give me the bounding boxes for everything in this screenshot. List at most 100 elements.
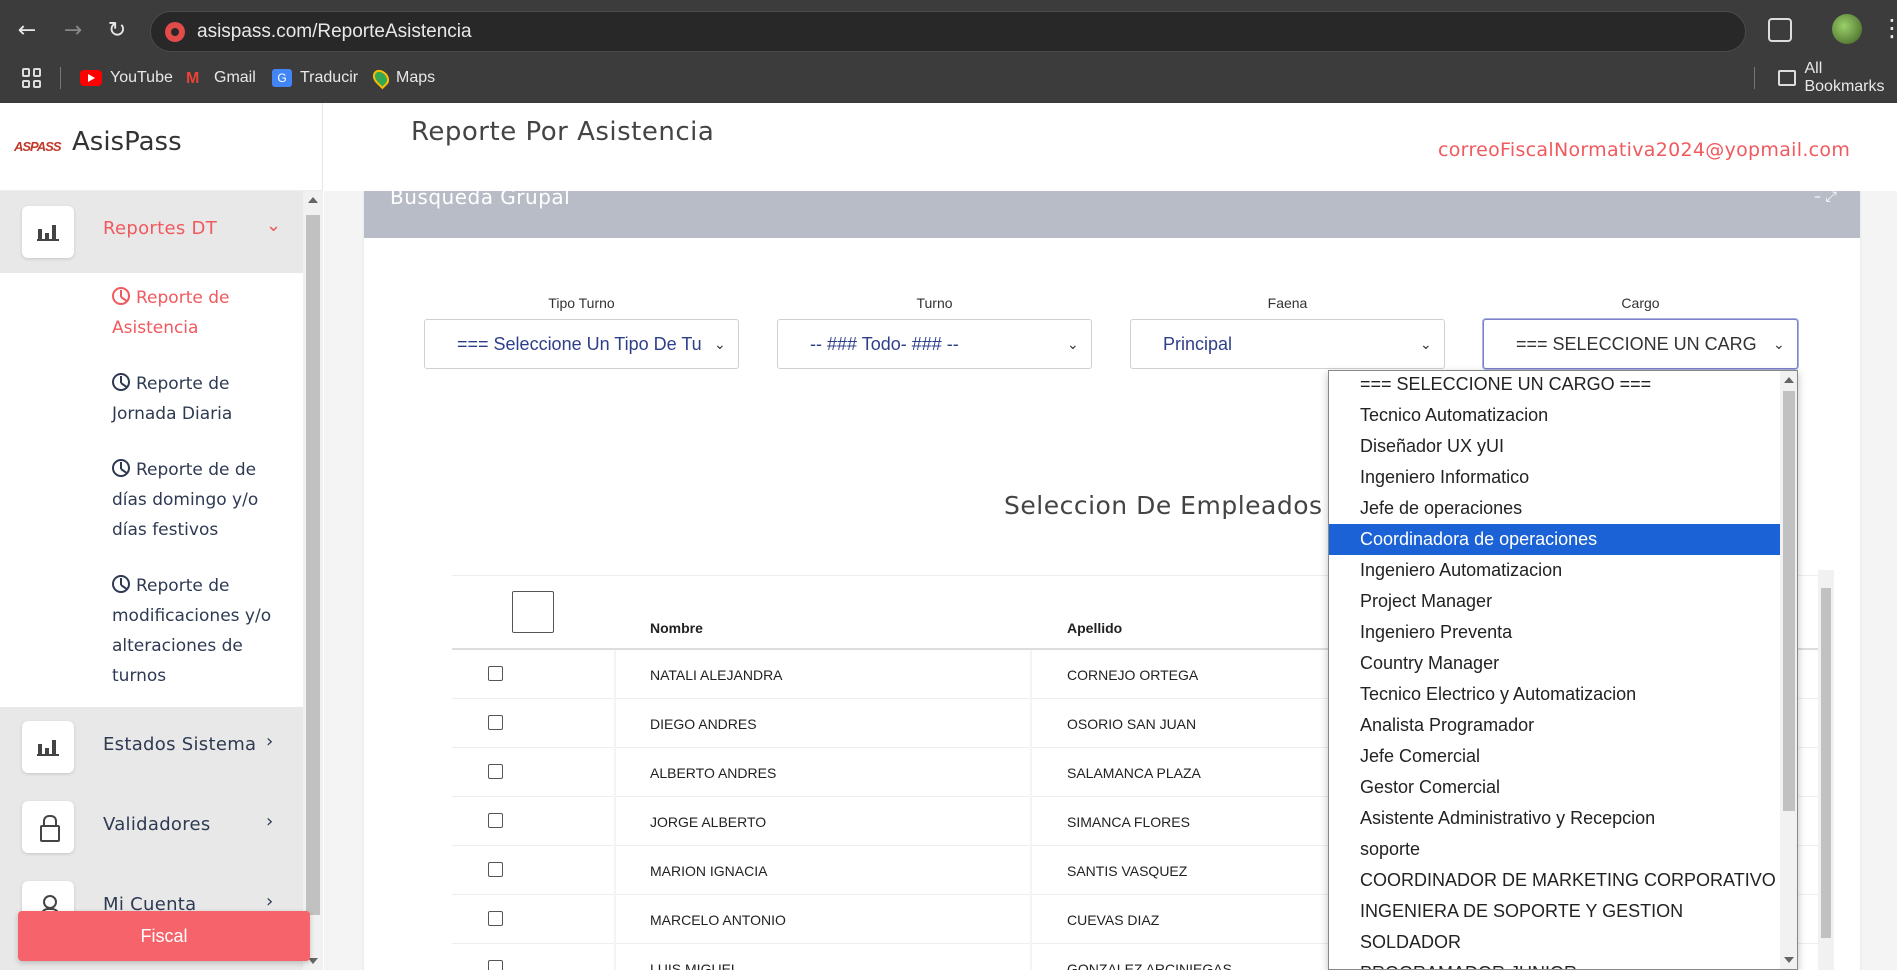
row-checkbox[interactable]	[488, 960, 503, 970]
column-apellido[interactable]: Apellido	[1067, 620, 1122, 636]
column-divider	[1030, 846, 1032, 895]
dropdown-option[interactable]: soporte	[1329, 834, 1780, 865]
chevron-down-icon: ⌄	[1067, 336, 1079, 352]
user-email[interactable]: correoFiscalNormativa2024@yopmail.com	[1438, 139, 1850, 161]
bookmark-gmail[interactable]: M Gmail	[186, 67, 256, 89]
chevron-down-icon: ⌄	[714, 336, 726, 352]
dropdown-option[interactable]: Country Manager	[1329, 648, 1780, 679]
cell-apellido: OSORIO SAN JUAN	[1067, 716, 1197, 732]
column-divider	[614, 895, 616, 944]
chevron-down-icon: ⌄	[1773, 336, 1785, 352]
cargo-dropdown-list: === SELECCIONE UN CARGO === Tecnico Autom…	[1328, 370, 1798, 970]
browser-menu-icon[interactable]: ⋮	[1880, 14, 1897, 42]
dropdown-option[interactable]: Ingeniero Automatizacion	[1329, 555, 1780, 586]
row-checkbox[interactable]	[488, 715, 503, 730]
cell-nombre: LUIS MIGUEL	[650, 961, 739, 970]
brand-logo[interactable]: ASPASS	[14, 139, 61, 154]
column-divider	[1030, 748, 1032, 797]
scroll-down-arrow-icon[interactable]	[1784, 957, 1794, 963]
turno-label: Turno	[916, 295, 953, 311]
select-all-checkbox[interactable]	[512, 591, 554, 633]
cell-apellido: CORNEJO ORTEGA	[1067, 667, 1199, 683]
apps-grid-icon[interactable]	[22, 68, 42, 88]
faena-select[interactable]: Principal ⌄	[1130, 319, 1445, 369]
back-arrow-icon[interactable]: ←	[12, 16, 42, 46]
dropdown-option[interactable]: Tecnico Electrico y Automatizacion	[1329, 679, 1780, 710]
dropdown-option[interactable]: Tecnico Automatizacion	[1329, 400, 1780, 431]
dropdown-option[interactable]: SOLDADOR	[1329, 927, 1780, 958]
extensions-icon[interactable]	[1768, 18, 1792, 42]
dropdown-option[interactable]: INGENIERA DE SOPORTE Y GESTION	[1329, 896, 1780, 927]
cell-apellido: SIMANCA FLORES	[1067, 814, 1190, 830]
reload-icon[interactable]: ↻	[102, 16, 132, 46]
dropdown-option[interactable]: Project Manager	[1329, 586, 1780, 617]
dropdown-option[interactable]: Gestor Comercial	[1329, 772, 1780, 803]
chevron-right-icon: ›	[266, 891, 274, 912]
submenu-reporte-modificaciones[interactable]: Reporte de modificaciones y/o alteracion…	[112, 571, 292, 691]
sidebar-item-label: Validadores	[103, 814, 211, 835]
column-nombre[interactable]: Nombre	[650, 620, 703, 636]
dropdown-option[interactable]: Ingeniero Informatico	[1329, 462, 1780, 493]
turno-select[interactable]: -- ### Todo- ### -- ⌄	[777, 319, 1092, 369]
table-scrollbar-thumb[interactable]	[1821, 588, 1831, 938]
row-checkbox[interactable]	[488, 666, 503, 681]
cell-nombre: DIEGO ANDRES	[650, 716, 757, 732]
submenu-label: Reporte de Jornada Diaria	[112, 374, 233, 424]
dropdown-option[interactable]: Analista Programador	[1329, 710, 1780, 741]
card-header: Busqueda Grupal – ⤢	[364, 185, 1860, 238]
cargo-select[interactable]: === SELECCIONE UN CARG ⌄	[1483, 319, 1798, 369]
row-checkbox[interactable]	[488, 862, 503, 877]
cell-nombre: MARCELO ANTONIO	[650, 912, 786, 928]
select-value: -- ### Todo- ### --	[810, 334, 959, 354]
all-bookmarks[interactable]: All Bookmarks	[1778, 60, 1897, 95]
column-divider	[1030, 895, 1032, 944]
bookmark-traducir[interactable]: G Traducir	[272, 67, 358, 89]
scroll-up-arrow-icon[interactable]	[1784, 377, 1794, 383]
dropdown-option[interactable]: Ingeniero Preventa	[1329, 617, 1780, 648]
sidebar-item-estados-sistema[interactable]: Estados Sistema ›	[0, 707, 303, 787]
row-checkbox[interactable]	[488, 764, 503, 779]
sidebar-item-validadores[interactable]: Validadores ›	[0, 787, 303, 867]
dropdown-option[interactable]: Asistente Administrativo y Recepcion	[1329, 803, 1780, 834]
clock-icon	[112, 287, 130, 305]
address-bar[interactable]: asispass.com/ReporteAsistencia	[150, 11, 1746, 52]
bookmark-maps[interactable]: Maps	[369, 66, 435, 90]
dropdown-option[interactable]: Jefe Comercial	[1329, 741, 1780, 772]
url-text[interactable]: asispass.com/ReporteAsistencia	[197, 21, 472, 43]
column-divider	[614, 699, 616, 748]
scroll-up-arrow-icon[interactable]	[308, 197, 318, 203]
bookmark-label: Traducir	[300, 69, 359, 86]
column-divider	[1030, 650, 1032, 699]
dropdown-scrollbar-thumb[interactable]	[1783, 391, 1795, 811]
faena-label: Faena	[1267, 295, 1308, 311]
card-tools-icons[interactable]: – ⤢	[1814, 189, 1837, 205]
sidebar-item-reportes-dt[interactable]: Reportes DT ⌄	[0, 191, 303, 273]
dropdown-option[interactable]: === SELECCIONE UN CARGO ===	[1329, 371, 1780, 400]
dropdown-option[interactable]: Diseñador UX yUI	[1329, 431, 1780, 462]
dropdown-option[interactable]: PROGRAMADOR JUNIOR	[1329, 958, 1780, 969]
submenu-reporte-asistencia[interactable]: Reporte de Asistencia	[112, 283, 292, 343]
row-checkbox[interactable]	[488, 813, 503, 828]
bar-chart-icon	[37, 223, 59, 241]
row-checkbox[interactable]	[488, 911, 503, 926]
forward-arrow-icon[interactable]: →	[58, 16, 88, 46]
profile-avatar[interactable]	[1832, 14, 1862, 44]
sidebar-scrollbar-thumb[interactable]	[306, 215, 320, 915]
brand-header: ASPASS AsisPass	[0, 103, 323, 191]
brand-name[interactable]: AsisPass	[72, 127, 182, 157]
tipo-turno-select[interactable]: === Seleccione Un Tipo De Tu ⌄	[424, 319, 739, 369]
select-value: === SELECCIONE UN CARG	[1516, 334, 1757, 354]
dropdown-option[interactable]: COORDINADOR DE MARKETING CORPORATIVO	[1329, 865, 1780, 896]
submenu-reporte-domingos[interactable]: Reporte de de días domingo y/o días fest…	[112, 455, 292, 545]
dropdown-option[interactable]: Jefe de operaciones	[1329, 493, 1780, 524]
sidebar: ASPASS AsisPass Reportes DT ⌄ Reporte de…	[0, 103, 323, 970]
bookmarks-bar: YouTube M Gmail G Traducir Maps All Book…	[0, 60, 1897, 96]
bookmark-youtube[interactable]: YouTube	[80, 67, 173, 89]
submenu-reporte-jornada[interactable]: Reporte de Jornada Diaria	[112, 369, 292, 429]
fiscal-button[interactable]: Fiscal	[18, 911, 310, 961]
chevron-right-icon: ›	[266, 811, 274, 832]
clock-icon	[112, 373, 130, 391]
column-divider	[614, 748, 616, 797]
dropdown-option[interactable]: Coordinadora de operaciones	[1329, 524, 1780, 555]
site-icon[interactable]	[165, 22, 185, 42]
